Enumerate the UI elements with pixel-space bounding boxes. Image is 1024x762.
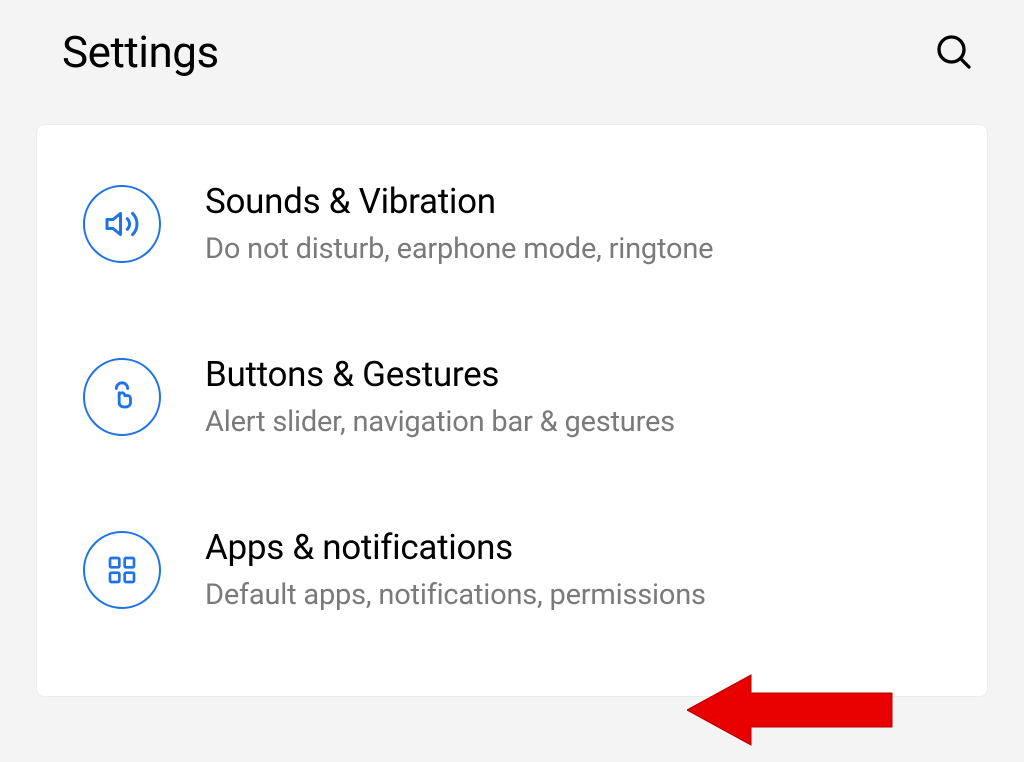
buttons-icon-circle [83,358,161,436]
settings-item-apps[interactable]: Apps & notifications Default apps, notif… [37,503,987,636]
sounds-text: Sounds & Vibration Do not disturb, earph… [205,181,713,266]
settings-item-buttons[interactable]: Buttons & Gestures Alert slider, navigat… [37,330,987,463]
page-title: Settings [62,26,219,78]
search-button[interactable] [932,30,976,74]
sounds-title: Sounds & Vibration [205,181,713,222]
settings-header: Settings [0,0,1024,104]
settings-list-card: Sounds & Vibration Do not disturb, earph… [36,124,988,697]
apps-icon-circle [83,531,161,609]
buttons-title: Buttons & Gestures [205,354,675,395]
apps-text: Apps & notifications Default apps, notif… [205,527,706,612]
gesture-icon [105,380,139,414]
apps-title: Apps & notifications [205,527,706,568]
apps-grid-icon [106,554,138,586]
sounds-subtitle: Do not disturb, earphone mode, ringtone [205,232,713,266]
red-arrow-annotation [687,665,907,755]
search-icon [934,32,974,72]
buttons-subtitle: Alert slider, navigation bar & gestures [205,405,675,439]
settings-item-sounds[interactable]: Sounds & Vibration Do not disturb, earph… [37,157,987,290]
sounds-icon-circle [83,185,161,263]
apps-subtitle: Default apps, notifications, permissions [205,578,706,612]
buttons-text: Buttons & Gestures Alert slider, navigat… [205,354,675,439]
speaker-icon [104,206,140,242]
